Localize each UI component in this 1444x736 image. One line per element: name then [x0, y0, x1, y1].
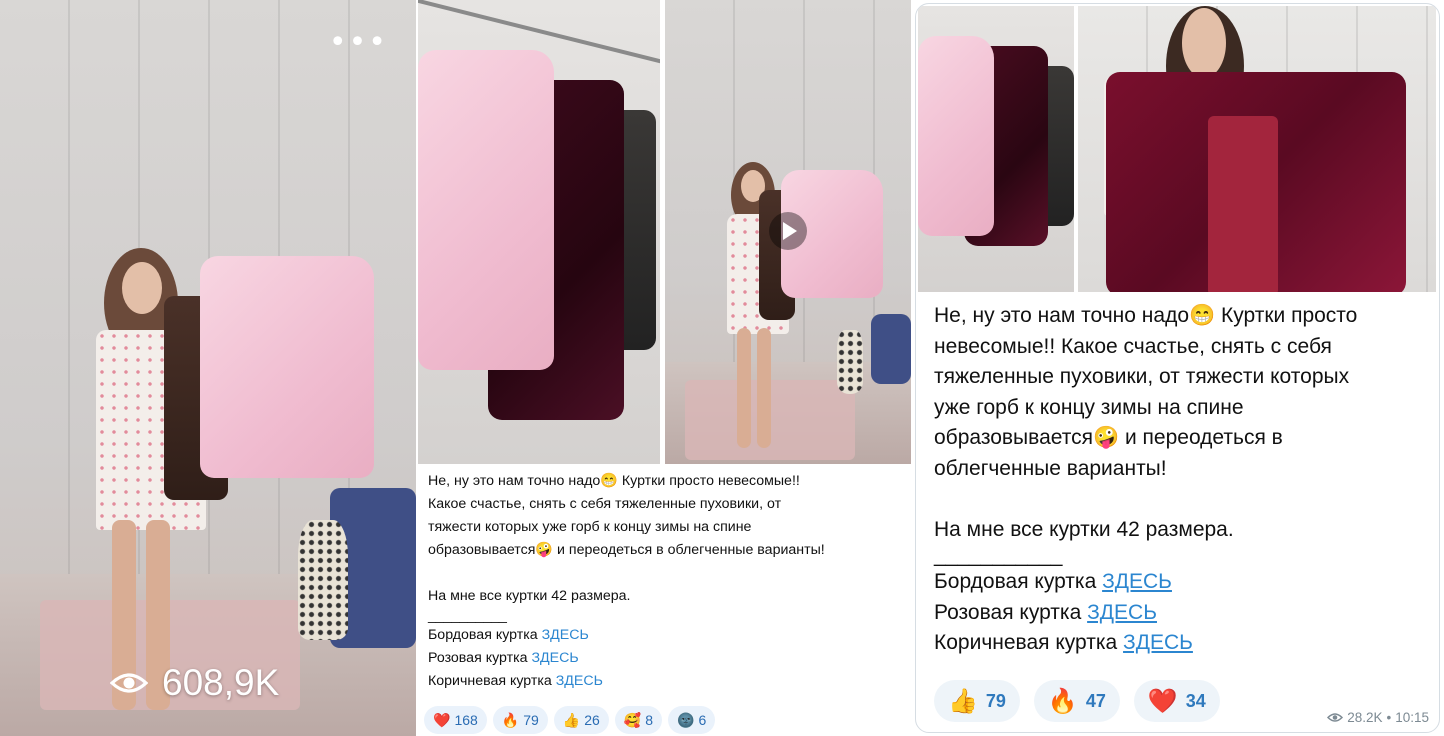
link-row: Коричневая куртка ЗДЕСЬ — [934, 631, 1193, 654]
pink-jacket — [200, 256, 374, 478]
link-burgundy[interactable]: ЗДЕСЬ — [1102, 570, 1172, 593]
post-photo-2[interactable] — [1078, 6, 1436, 292]
link-row: Бордовая куртка ЗДЕСЬ — [934, 570, 1172, 593]
video-frame[interactable]: ••• 608,9K — [0, 0, 416, 736]
reactions-bar: 👍 79 🔥 47 ❤️ 34 — [934, 680, 1220, 722]
view-count: 608,9K — [162, 662, 280, 703]
post-small: Не, ну это нам точно надо😁 Куртки просто… — [418, 0, 911, 736]
link-pink[interactable]: ЗДЕСЬ — [1087, 601, 1157, 624]
eye-icon — [1327, 713, 1344, 722]
reaction-moon[interactable]: 🌚 6 — [668, 706, 716, 734]
thumbs-up-icon: 👍 — [562, 711, 581, 728]
thumbs-up-icon: 👍 — [948, 687, 978, 715]
size-note: На мне все куртки 42 размера. — [934, 517, 1234, 541]
link-brown[interactable]: ЗДЕСЬ — [556, 673, 603, 689]
leopard-statue — [298, 520, 348, 640]
post-photo-1[interactable] — [918, 6, 1074, 292]
link-row: Коричневая куртка ЗДЕСЬ — [428, 673, 603, 689]
link-row: Бордовая куртка ЗДЕСЬ — [428, 627, 589, 643]
timestamp: 10:15 — [1395, 710, 1429, 725]
play-icon[interactable] — [769, 212, 807, 250]
fire-icon: 🔥 — [501, 711, 520, 728]
eye-icon — [110, 673, 148, 693]
reaction-heart[interactable]: ❤️ 34 — [1133, 680, 1220, 722]
link-burgundy[interactable]: ЗДЕСЬ — [542, 627, 589, 643]
reaction-thumbs-up[interactable]: 👍 79 — [934, 680, 1020, 722]
reaction-smiling-hearts[interactable]: 🥰 8 — [614, 706, 663, 734]
heart-icon: ❤️ — [1147, 687, 1178, 715]
size-note: На мне все куртки 42 размера. — [428, 588, 631, 604]
reaction-fire[interactable]: 🔥 79 — [492, 706, 548, 734]
reaction-heart[interactable]: ❤️ 168 — [424, 706, 487, 734]
post-video-thumbnail[interactable] — [665, 0, 911, 464]
view-counter: 608,9K — [110, 662, 279, 704]
separator: ___________ — [934, 544, 1063, 567]
reactions-bar: ❤️ 168 🔥 79 👍 26 🥰 8 🌚 6 — [424, 706, 716, 734]
post-photo-1[interactable] — [418, 0, 660, 464]
fire-icon: 🔥 — [1047, 687, 1078, 715]
heart-icon: ❤️ — [433, 711, 451, 728]
link-pink[interactable]: ЗДЕСЬ — [531, 650, 578, 666]
moon-face-icon: 🌚 — [677, 711, 695, 728]
message-meta: 28.2K • 10:15 — [1327, 710, 1429, 725]
reaction-fire[interactable]: 🔥 47 — [1033, 680, 1120, 722]
more-dots-icon[interactable]: ••• — [329, 28, 388, 58]
link-row: Розовая куртка ЗДЕСЬ — [428, 650, 579, 666]
post-text: Не, ну это нам точно надо😁 Куртки просто… — [428, 470, 906, 693]
post-text: Не, ну это нам точно надо😁 Куртки просто… — [934, 301, 1434, 659]
reaction-thumbs-up[interactable]: 👍 26 — [553, 706, 609, 734]
message-bubble: Не, ну это нам точно надо😁 Куртки просто… — [915, 3, 1440, 733]
link-brown[interactable]: ЗДЕСЬ — [1123, 631, 1193, 654]
link-row: Розовая куртка ЗДЕСЬ — [934, 600, 1157, 624]
separator: __________ — [428, 608, 507, 624]
smiling-hearts-icon: 🥰 — [623, 711, 642, 728]
views-count: 28.2K — [1347, 710, 1383, 725]
post-large: Не, ну это нам точно надо😁 Куртки просто… — [912, 0, 1444, 736]
